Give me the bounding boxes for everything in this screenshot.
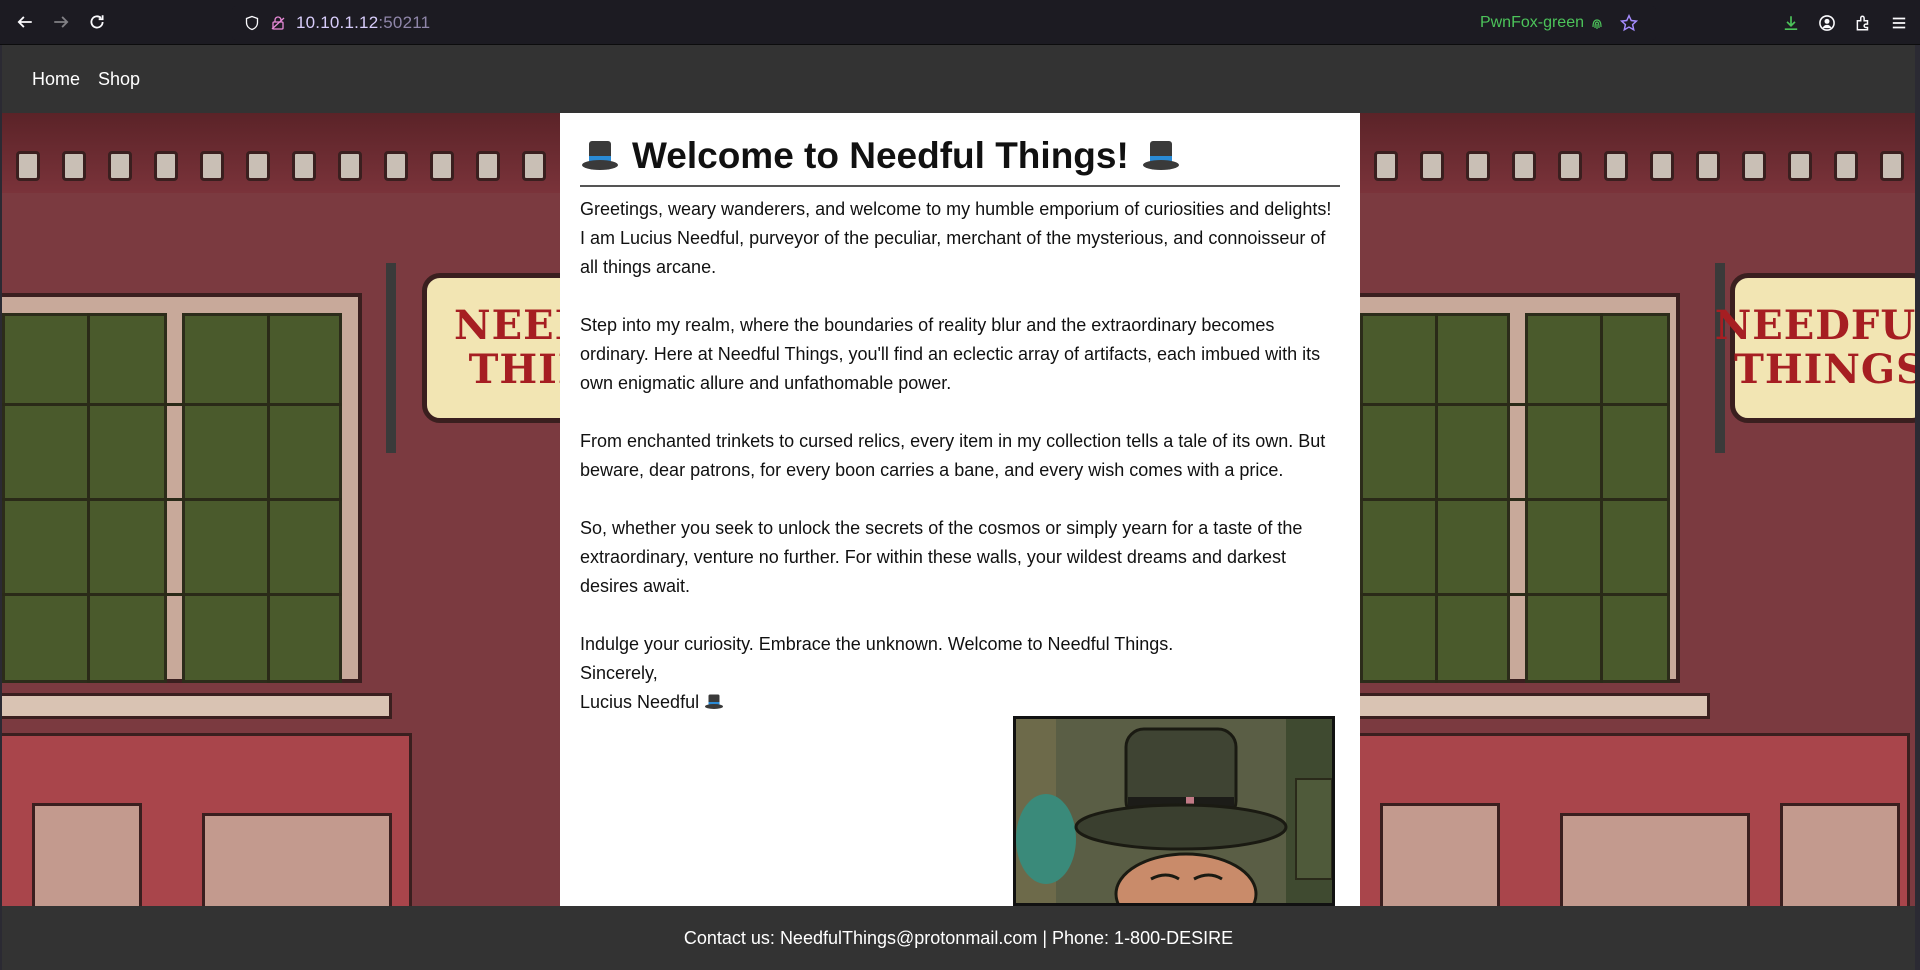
toolbar-right-icons (1782, 0, 1908, 45)
sign-bracket (1715, 263, 1725, 453)
url-bar[interactable]: 10.10.1.12:50211 PwnFox-green (232, 6, 1656, 40)
sign-text-line1: NEEDFUL (1714, 302, 1915, 349)
page-title-text: Welcome to Needful Things! (632, 135, 1129, 176)
forward-button[interactable] (43, 4, 79, 40)
awning-bead (1788, 151, 1812, 181)
reload-button[interactable] (79, 4, 115, 40)
window-muntin (1360, 498, 1670, 501)
awning-bead (1604, 151, 1628, 181)
top-hat-icon (705, 694, 724, 709)
window-muntin (2, 593, 342, 596)
awning-bead (1742, 151, 1766, 181)
awning-bead (246, 151, 270, 181)
wall-inset (1780, 803, 1900, 906)
paragraph: Greetings, weary wanderers, and welcome … (580, 199, 1332, 277)
storefront-left: NEEDI THIN (2, 113, 560, 906)
window-sill (2, 693, 392, 719)
shopkeeper-portrait (1013, 716, 1335, 906)
window-sill (1360, 693, 1710, 719)
awning-bead (338, 151, 362, 181)
awning-bead (1696, 151, 1720, 181)
awning-bead (292, 151, 316, 181)
paragraph: Indulge your curiosity. Embrace the unkn… (580, 634, 1174, 654)
back-button[interactable] (7, 4, 43, 40)
extensions-icon[interactable] (1854, 14, 1872, 32)
awning-bead (1374, 151, 1398, 181)
arrow-left-icon (17, 16, 32, 28)
paragraph: Step into my realm, where the boundaries… (580, 315, 1321, 393)
url-host: 10.10.1.12 (296, 13, 379, 32)
awning-bead (1420, 151, 1444, 181)
page-title: Welcome to Needful Things! (580, 135, 1340, 187)
site-footer: Contact us: NeedfulThings@protonmail.com… (2, 906, 1915, 970)
awning-bead (1834, 151, 1858, 181)
awning-bead (16, 151, 40, 181)
storefront-right: NEEDFUL THINGS (1360, 113, 1915, 906)
closing: Sincerely, (580, 663, 658, 683)
awning-bead (430, 151, 454, 181)
wall-inset (32, 803, 142, 906)
top-hat-icon (582, 141, 618, 170)
awning-bead (154, 151, 178, 181)
window-muntin (2, 498, 342, 501)
awning-bead (522, 151, 546, 181)
wall-inset (1380, 803, 1500, 906)
bookmark-star-icon[interactable] (1620, 14, 1638, 32)
shield-icon (244, 15, 260, 31)
paragraph: So, whether you seek to unlock the secre… (580, 518, 1303, 596)
browser-toolbar: 10.10.1.12:50211 PwnFox-green (0, 0, 1920, 45)
sign-text-line2: THINGS (1734, 346, 1915, 393)
container-tab-label[interactable]: PwnFox-green (1480, 14, 1604, 32)
container-name: PwnFox-green (1479, 14, 1584, 31)
wall-inset (202, 813, 392, 906)
awning-bead (200, 151, 224, 181)
awning-bead (62, 151, 86, 181)
sign-text: NEEDI THIN (454, 302, 560, 393)
nav-link-shop[interactable]: Shop (98, 69, 140, 90)
nav-link-home[interactable]: Home (32, 69, 80, 90)
welcome-panel: Welcome to Needful Things! Greetings, we… (560, 113, 1360, 906)
awning-bead (1880, 151, 1904, 181)
paragraph: From enchanted trinkets to cursed relics… (580, 431, 1326, 480)
window-muntin (1360, 403, 1670, 406)
window-muntin (2, 403, 342, 406)
signature: Lucius Needful (580, 688, 1340, 717)
top-hat-icon (1142, 141, 1179, 170)
awning-bead (384, 151, 408, 181)
download-icon[interactable] (1782, 14, 1800, 32)
reload-icon (90, 15, 104, 29)
awning-bead (1466, 151, 1490, 181)
insecure-lock-icon[interactable] (270, 15, 286, 31)
account-icon[interactable] (1818, 14, 1836, 32)
awning-bead (476, 151, 500, 181)
wall-inset (1560, 813, 1750, 906)
sign-bracket (386, 263, 396, 453)
awning-bead (1512, 151, 1536, 181)
welcome-letter: Greetings, weary wanderers, and welcome … (580, 195, 1340, 717)
url-port: :50211 (378, 13, 431, 32)
awning-bead (1650, 151, 1674, 181)
awning-bead (108, 151, 132, 181)
window-muntin (1360, 593, 1670, 596)
arrow-right-icon (54, 16, 69, 28)
shop-sign: NEEDI THIN (422, 273, 560, 423)
fingerprint-icon (1592, 19, 1602, 29)
signature-name: Lucius Needful (580, 692, 700, 712)
url-text: 10.10.1.12:50211 (296, 13, 430, 33)
awning-bead (1558, 151, 1582, 181)
shopkeeper-illustration (1016, 719, 1332, 903)
footer-contact: Contact us: NeedfulThings@protonmail.com… (683, 927, 1234, 948)
shop-sign: NEEDFUL THINGS (1715, 273, 1915, 423)
menu-icon[interactable] (1890, 14, 1908, 32)
site-navbar: Home Shop (2, 45, 1915, 113)
